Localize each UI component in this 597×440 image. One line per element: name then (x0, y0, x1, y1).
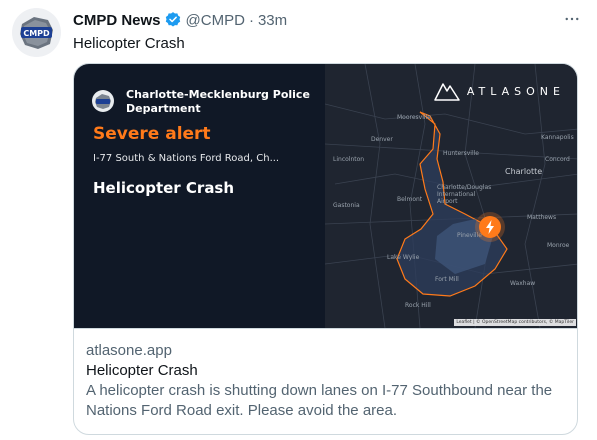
map-label-waxhaw: Waxhaw (510, 280, 536, 287)
avatar[interactable]: CMPD (12, 8, 61, 57)
map-label-belmont: Belmont (397, 196, 423, 203)
map-label-gastonia: Gastonia (333, 202, 360, 209)
link-card[interactable]: Charlotte-Mecklenburg Police Department … (73, 63, 578, 435)
tweet-header: CMPD News @CMPD · 33m (73, 10, 287, 30)
map-label-concord: Concord (545, 156, 570, 163)
map-label-lake-wylie: Lake Wylie (387, 254, 420, 261)
map-label-charlotte: Charlotte (505, 167, 543, 176)
card-description: A helicopter crash is shutting down lane… (86, 382, 553, 419)
incident-location: I-77 South & Nations Ford Road, Ch... (93, 153, 280, 164)
alert-panel: Charlotte-Mecklenburg Police Department … (74, 64, 325, 328)
lightning-bolt-icon (486, 220, 494, 234)
verified-badge-icon (164, 11, 182, 29)
card-image[interactable]: Charlotte-Mecklenburg Police Department … (74, 64, 577, 328)
tweet-timestamp[interactable]: 33m (258, 12, 287, 29)
incident-pin[interactable] (479, 216, 501, 238)
map-label-mooresville: Mooresville (397, 114, 431, 121)
map-attribution[interactable]: Leaflet | © OpenStreetMap contributors, … (454, 319, 576, 326)
author-handle[interactable]: @CMPD (186, 12, 245, 29)
brand-text: ATLASONE (466, 84, 565, 98)
card-title: Helicopter Crash (86, 362, 198, 379)
avatar-text: CMPD (23, 29, 50, 38)
map-label-denver: Denver (371, 136, 393, 143)
tweet[interactable]: CMPD CMPD News @CMPD · 33m Helicopter Cr… (0, 0, 597, 440)
tweet-text: Helicopter Crash (73, 35, 185, 52)
atlasone-brand: ATLASONE (434, 81, 565, 101)
alert-type: Severe alert (93, 124, 211, 144)
map-label-airport: Charlotte/Douglas International Airport (437, 184, 492, 205)
more-options-icon[interactable] (561, 8, 583, 30)
map-label-huntersville: Huntersville (443, 150, 479, 157)
map-label-lincolnton: Lincolnton (333, 156, 365, 163)
police-badge-icon (92, 90, 114, 112)
map-label-fort-mill: Fort Mill (435, 276, 459, 283)
map-panel: ATLASONE Mooresville Denver Kannapolis C… (325, 64, 577, 328)
card-domain: atlasone.app (86, 342, 172, 359)
incident-title: Helicopter Crash (93, 179, 235, 197)
card-info[interactable]: atlasone.app Helicopter Crash A helicopt… (74, 328, 577, 434)
map-label-monroe: Monroe (547, 242, 570, 249)
map-label-rock-hill: Rock Hill (405, 302, 431, 309)
author-name[interactable]: CMPD News (73, 12, 161, 29)
map-label-matthews: Matthews (527, 214, 557, 221)
agency-name: Charlotte-Mecklenburg Police Department (126, 88, 310, 115)
atlasone-logo-icon (434, 81, 460, 101)
map-label-kannapolis: Kannapolis (541, 134, 574, 141)
separator-dot: · (248, 11, 254, 29)
